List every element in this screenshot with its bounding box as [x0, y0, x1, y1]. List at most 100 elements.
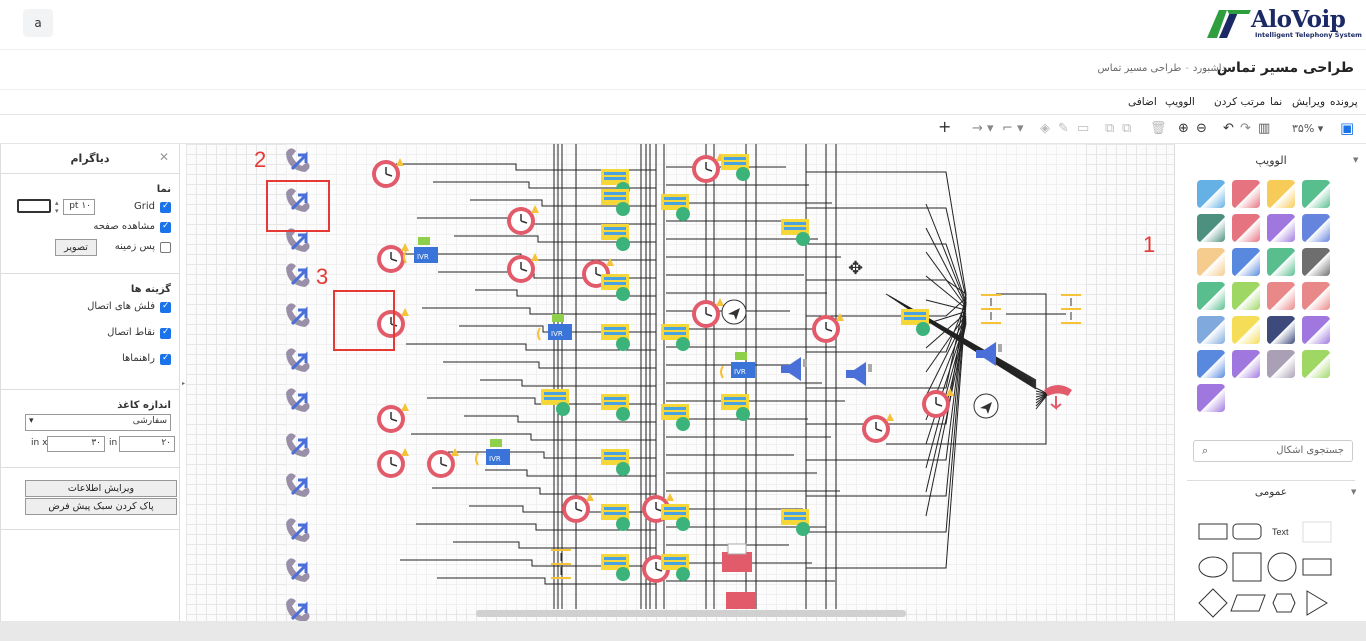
queue-node[interactable]	[601, 504, 630, 531]
library-shape-icon[interactable]	[1197, 282, 1225, 310]
phone-node[interactable]	[286, 558, 310, 582]
library-shape-icon[interactable]	[1267, 282, 1295, 310]
guides-checkbox[interactable]	[160, 353, 171, 365]
horizontal-scrollbar[interactable]	[476, 610, 906, 617]
library-title[interactable]: الوویپ	[1187, 154, 1355, 167]
shape-search-input[interactable]: جستجوی اشکال ⌕	[1193, 440, 1353, 462]
queue-node[interactable]	[721, 154, 750, 181]
redo-icon[interactable]: ↷	[1240, 122, 1251, 136]
rounded-rectangle-shape[interactable]	[1232, 523, 1262, 540]
page-view-checkbox[interactable]	[160, 221, 171, 233]
save-icon[interactable]: ▣	[1340, 121, 1354, 136]
delete-icon[interactable]: 🗑	[1150, 122, 1167, 136]
close-icon[interactable]: ✕	[159, 150, 169, 164]
queue-node[interactable]	[601, 324, 630, 351]
menu-extras[interactable]: اضافی	[1128, 96, 1157, 108]
zoom-out-icon[interactable]: ⊖	[1196, 122, 1207, 136]
queue-node[interactable]	[661, 404, 690, 431]
queue-node[interactable]	[541, 389, 570, 416]
insert-plus-icon[interactable]: +	[938, 119, 951, 135]
paper-height-input[interactable]: ۳۰	[47, 436, 105, 452]
library-shape-icon[interactable]	[1232, 180, 1260, 208]
textbox-shape[interactable]	[1302, 521, 1332, 543]
parallelogram-shape[interactable]	[1230, 594, 1266, 612]
collapse-caret-icon[interactable]: ▼	[1353, 156, 1358, 164]
phone-node[interactable]	[286, 598, 310, 621]
library-shape-icon[interactable]	[1232, 316, 1260, 344]
undo-icon[interactable]: ↶	[1223, 122, 1234, 136]
library-shape-icon[interactable]	[1302, 316, 1330, 344]
phone-node[interactable]	[286, 303, 310, 327]
queue-node[interactable]	[601, 224, 630, 251]
edit-data-button[interactable]: ویرایش اطلاعات	[25, 480, 177, 497]
menu-file[interactable]: پرونده	[1330, 96, 1358, 108]
library-shape-icon[interactable]	[1267, 350, 1295, 378]
phone-node[interactable]	[286, 388, 310, 412]
clear-default-style-button[interactable]: پاک کردن سبک پیش فرض	[25, 498, 177, 515]
avatar[interactable]: a	[23, 9, 53, 37]
waypoint-icon[interactable]: ⌐ ▾	[1002, 122, 1024, 136]
grid-size-spinner-icon[interactable]: ▴ ▾	[55, 199, 59, 215]
menu-view[interactable]: نما	[1270, 96, 1282, 108]
queue-node[interactable]	[601, 554, 630, 581]
queue-node[interactable]	[601, 274, 630, 301]
grid-size-input[interactable]: pt ۱۰	[63, 199, 95, 215]
library-shape-icon[interactable]	[1232, 214, 1260, 242]
rectangle-shape[interactable]	[1198, 523, 1228, 540]
line-color-icon[interactable]: ✎	[1058, 122, 1069, 136]
queue-node[interactable]	[721, 394, 750, 421]
menu-arrange[interactable]: مرتب کردن	[1214, 96, 1265, 108]
library-shape-icon[interactable]	[1267, 214, 1295, 242]
process-shape[interactable]	[1302, 558, 1332, 576]
time-condition-node[interactable]	[812, 313, 844, 343]
hangup-node[interactable]	[1044, 385, 1072, 411]
queue-node[interactable]	[661, 194, 690, 221]
zoom-level[interactable]: ۳۵% ▾	[1292, 122, 1323, 136]
library-shape-icon[interactable]	[1267, 316, 1295, 344]
time-condition-node[interactable]	[507, 205, 539, 235]
announcement-node[interactable]	[846, 362, 872, 386]
queue-node[interactable]	[781, 219, 810, 246]
library-shape-icon[interactable]	[1197, 214, 1225, 242]
time-condition-node[interactable]	[562, 493, 594, 523]
condition-node[interactable]	[1061, 294, 1081, 324]
square-shape[interactable]	[1232, 552, 1262, 582]
paper-width-input[interactable]: ۲۰	[119, 436, 175, 452]
phone-node[interactable]	[286, 148, 310, 172]
text-shape[interactable]: Text	[1272, 527, 1289, 537]
library-shape-icon[interactable]	[1197, 350, 1225, 378]
to-front-icon[interactable]: ⧉	[1122, 122, 1131, 136]
library-shape-icon[interactable]	[1302, 248, 1330, 276]
time-condition-node[interactable]	[692, 298, 724, 328]
library-shape-icon[interactable]	[1302, 282, 1330, 310]
general-section-title[interactable]: عمومی	[1187, 480, 1355, 500]
time-condition-node[interactable]	[377, 448, 409, 478]
library-shape-icon[interactable]	[1267, 180, 1295, 208]
circle-shape[interactable]	[1267, 552, 1297, 582]
diamond-shape[interactable]	[1198, 588, 1228, 618]
library-shape-icon[interactable]	[1232, 248, 1260, 276]
shadow-icon[interactable]: ▭	[1077, 122, 1089, 136]
ivr-node[interactable]: IVR	[403, 237, 438, 264]
library-shape-icon[interactable]	[1302, 180, 1330, 208]
library-shape-icon[interactable]	[1197, 248, 1225, 276]
library-shape-icon[interactable]	[1232, 282, 1260, 310]
connection-points-checkbox[interactable]	[160, 327, 171, 339]
announcement-node[interactable]	[781, 357, 807, 381]
zoom-in-icon[interactable]: ⊕	[1178, 122, 1189, 136]
time-condition-node[interactable]	[372, 158, 404, 188]
hexagon-shape[interactable]	[1272, 593, 1296, 613]
time-condition-node[interactable]	[427, 448, 459, 478]
call-flow-diagram[interactable]: IVR IVR IVR IVR	[186, 144, 1174, 621]
panel-resize-handle[interactable]: ▸	[182, 380, 185, 387]
condition-node[interactable]	[981, 294, 1001, 324]
menu-edit[interactable]: ویرایش	[1292, 96, 1325, 108]
menu-alovoip[interactable]: الوویپ	[1165, 96, 1195, 108]
format-panel-icon[interactable]: ▥	[1258, 122, 1270, 136]
fill-color-icon[interactable]: ◈	[1040, 122, 1050, 136]
queue-node[interactable]	[781, 509, 810, 536]
library-shape-icon[interactable]	[1197, 180, 1225, 208]
paper-size-select[interactable]: سفارشی ▾	[25, 414, 171, 431]
queue-node[interactable]	[601, 449, 630, 476]
general-caret-icon[interactable]: ▼	[1351, 488, 1356, 496]
